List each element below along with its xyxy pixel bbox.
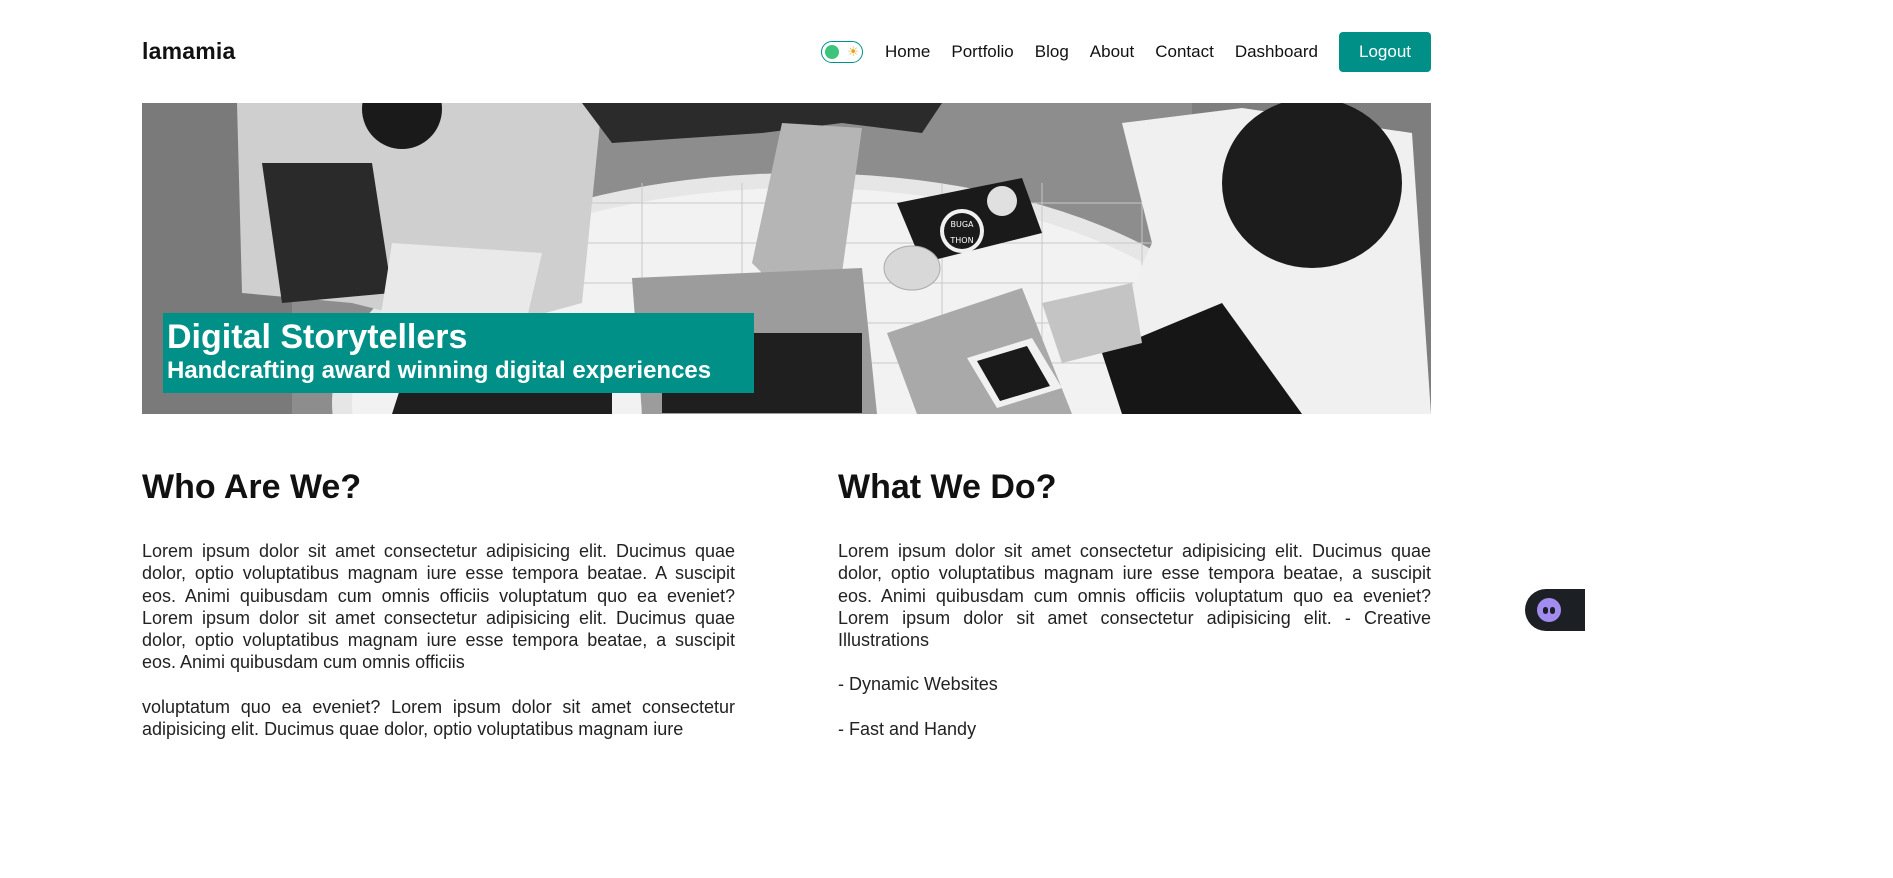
who-paragraph-2: voluptatum quo ea eveniet? Lorem ipsum d… <box>142 696 735 740</box>
bot-face-icon <box>1537 598 1561 622</box>
who-paragraph-1: Lorem ipsum dolor sit amet consectetur a… <box>142 541 735 673</box>
nav-about[interactable]: About <box>1090 42 1134 62</box>
logo[interactable]: lamamia <box>142 38 235 65</box>
toggle-knob <box>825 45 840 59</box>
service-item-fast-and-handy: - Fast and Handy <box>838 718 977 739</box>
nav-dashboard[interactable]: Dashboard <box>1235 42 1318 62</box>
what-paragraph: Lorem ipsum dolor sit amet consectetur a… <box>838 541 1431 651</box>
service-item-dynamic-websites: - Dynamic Websites <box>838 674 998 695</box>
nav-portfolio[interactable]: Portfolio <box>951 42 1013 62</box>
theme-toggle[interactable]: ☀ <box>821 41 864 63</box>
nav-home[interactable]: Home <box>885 42 930 62</box>
who-are-we-section: Who Are We? Lorem ipsum dolor sit amet c… <box>142 462 735 740</box>
hero-image: BUGA THON Digital Storytellers Handcraft… <box>142 103 1431 414</box>
sun-icon: ☀ <box>847 44 860 59</box>
what-we-do-section: What We Do? Lorem ipsum dolor sit amet c… <box>838 462 1431 740</box>
sticker-text-1: BUGA <box>950 220 974 229</box>
nav-blog[interactable]: Blog <box>1035 42 1069 62</box>
page: lamamia ☀ Home Portfolio Blog About Cont… <box>0 0 1585 739</box>
sticker-text-2: THON <box>949 236 973 245</box>
hero-caption: Digital Storytellers Handcrafting award … <box>163 313 754 393</box>
what-heading: What We Do? <box>838 468 1057 506</box>
chat-widget-button[interactable] <box>1525 589 1585 631</box>
navbar: ☀ Home Portfolio Blog About Contact Dash… <box>821 32 1431 72</box>
nav-contact[interactable]: Contact <box>1155 42 1214 62</box>
who-heading: Who Are We? <box>142 468 362 506</box>
logout-button[interactable]: Logout <box>1339 32 1431 72</box>
hero-subtitle: Handcrafting award winning digital exper… <box>167 357 712 384</box>
hero-title: Digital Storytellers <box>167 318 468 356</box>
